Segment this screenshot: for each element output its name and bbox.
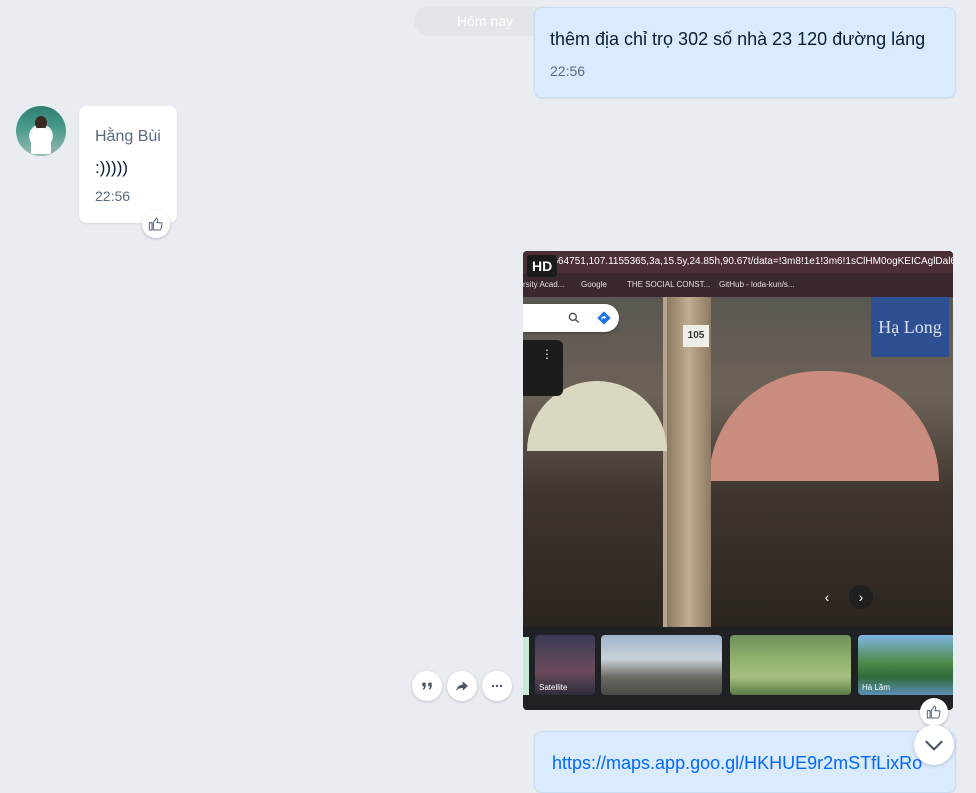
quote-button[interactable] [412, 671, 442, 701]
quote-icon [422, 682, 432, 690]
like-button[interactable] [920, 698, 948, 726]
more-vertical-icon: ⋮ [541, 347, 553, 361]
message-link[interactable]: https://maps.app.goo.gl/HKHUE9r2mSTfLixR… [552, 753, 938, 774]
browser-url-bar: 20.9664751,107.1155365,3a,15.5y,24.85h,9… [523, 251, 953, 273]
thumbnail-caption: Satellite [539, 683, 568, 692]
message-bubble-sent[interactable]: thêm địa chỉ trọ 302 số nhà 23 120 đường… [534, 7, 956, 98]
forward-button[interactable] [447, 671, 477, 701]
thumbs-up-icon [926, 705, 941, 719]
thumbnail [601, 635, 722, 695]
thumbnail-caption: Hà Lầm [862, 683, 891, 692]
sender-name: Hằng Bùi [95, 128, 161, 145]
chevron-left-icon: ‹ [824, 589, 830, 605]
message-text: :))))) [95, 158, 129, 177]
search-icon [568, 312, 580, 324]
scroll-to-bottom-button[interactable] [914, 725, 954, 765]
house-number-sign: 105 [683, 325, 709, 347]
bookmark-item: GitHub - loda-kun/s... [719, 280, 795, 289]
share-forward-icon [456, 681, 468, 692]
chevron-down-icon [925, 740, 943, 751]
bookmark-item: Google [581, 280, 607, 289]
chevron-right-icon: › [849, 585, 873, 609]
shop-sign: Hạ Long [871, 297, 949, 357]
more-horizontal-icon [491, 684, 503, 688]
photo-strip: Satellite Hà Lầm [523, 627, 953, 710]
message-time: 22:56 [550, 63, 586, 79]
thumbs-up-icon [148, 217, 163, 231]
hd-badge: HD [527, 255, 558, 277]
thumbnail [730, 635, 851, 695]
thumbnail: Satellite [535, 635, 595, 695]
bookmarks-bar: rsity Acad... Google THE SOCIAL CONST...… [523, 273, 953, 297]
street-view-panel: ⋮ [523, 340, 563, 396]
directions-icon [597, 311, 611, 325]
message-bubble-sent[interactable]: https://maps.app.goo.gl/HKHUE9r2mSTfLixR… [534, 731, 956, 793]
shared-screenshot-image[interactable]: 105 Hạ Long 20.9664751,107.1155365,3a,15… [523, 251, 953, 710]
message-text: thêm địa chỉ trọ 302 số nhà 23 120 đường… [550, 29, 926, 49]
avatar[interactable] [16, 106, 66, 156]
bookmark-item: THE SOCIAL CONST... [627, 280, 711, 289]
avatar-figure [31, 128, 51, 154]
selection-marker [523, 637, 529, 695]
message-bubble-received[interactable]: Hằng Bùi :))))) 22:56 [79, 106, 177, 223]
message-time: 22:56 [95, 188, 131, 204]
url-text: 20.9664751,107.1155365,3a,15.5y,24.85h,9… [533, 256, 953, 267]
like-button[interactable] [142, 210, 170, 238]
thumbnail: Hà Lầm [858, 635, 953, 695]
maps-search-box [523, 304, 619, 332]
more-button[interactable] [482, 671, 512, 701]
